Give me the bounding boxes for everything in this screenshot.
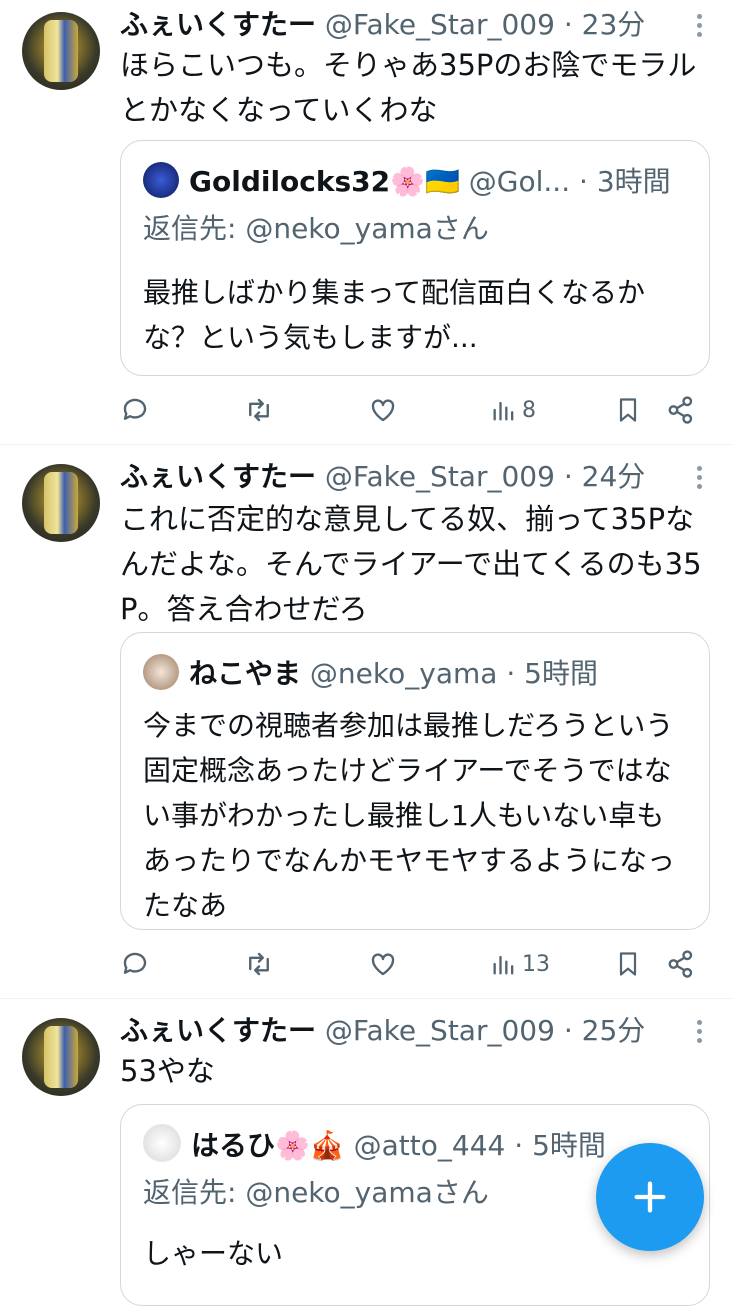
quoted-tweet[interactable]: Goldilocks32🌸🇺🇦 @Gol... · 3時間 返信先: @neko… <box>120 140 710 376</box>
tweet-header: ふぇいくすたー @Fake_Star_009 · 23分 <box>120 4 683 46</box>
tweet-actions: 13 <box>120 942 705 986</box>
bookmark-icon <box>619 398 637 422</box>
bookmark-button[interactable] <box>614 942 642 986</box>
user-handle[interactable]: @Fake_Star_009 <box>325 8 555 41</box>
user-handle: @Gol... <box>468 165 571 198</box>
more-options-icon[interactable] <box>695 14 703 40</box>
avatar <box>143 1124 181 1162</box>
share-button[interactable] <box>666 942 696 986</box>
views-icon <box>493 401 514 421</box>
display-name: Goldilocks32🌸🇺🇦 <box>189 165 460 198</box>
tweet-actions: 8 <box>120 388 705 432</box>
retweet-button[interactable] <box>244 388 274 432</box>
divider <box>0 444 733 445</box>
display-name: ねこやま <box>189 657 302 690</box>
avatar[interactable] <box>22 464 100 542</box>
bookmark-icon <box>619 952 637 976</box>
tweet[interactable]: ふぇいくすたー @Fake_Star_009 · 24分 これに否定的な意見して… <box>0 452 733 998</box>
reply-icon <box>123 398 147 420</box>
separator-dot: · <box>579 165 588 198</box>
display-name: はるひ🌸🎪 <box>191 1129 345 1162</box>
timestamp[interactable]: 24分 <box>582 460 646 493</box>
timestamp[interactable]: 23分 <box>582 8 646 41</box>
tweet-header: ふぇいくすたー @Fake_Star_009 · 25分 <box>120 1010 683 1052</box>
display-name[interactable]: ふぇいくすたー <box>120 8 316 41</box>
view-count: 13 <box>522 951 550 977</box>
retweet-icon <box>249 398 269 422</box>
reply-icon <box>123 952 147 974</box>
share-icon <box>668 950 693 978</box>
like-button[interactable] <box>368 388 398 432</box>
share-button[interactable] <box>666 388 696 432</box>
reply-button[interactable] <box>120 942 150 986</box>
reply-button[interactable] <box>120 388 150 432</box>
bookmark-button[interactable] <box>614 388 642 432</box>
timestamp: 5時間 <box>524 657 598 690</box>
separator-dot: · <box>563 1014 573 1047</box>
avatar <box>143 654 179 690</box>
avatar[interactable] <box>22 12 100 90</box>
quote-header: はるひ🌸🎪 @atto_444 · 5時間 <box>143 1123 687 1169</box>
like-button[interactable] <box>368 942 398 986</box>
separator-dot: · <box>506 657 516 690</box>
user-handle: @neko_yama <box>309 657 498 690</box>
tweet[interactable]: ふぇいくすたー @Fake_Star_009 · 23分 ほらこいつも。そりゃあ… <box>0 0 733 444</box>
views-icon <box>493 955 514 975</box>
user-handle: @atto_444 <box>353 1129 506 1162</box>
divider <box>0 998 733 999</box>
display-name[interactable]: ふぇいくすたー <box>120 460 316 493</box>
retweet-button[interactable] <box>244 942 274 986</box>
view-count: 8 <box>522 397 536 423</box>
tweet-header: ふぇいくすたー @Fake_Star_009 · 24分 <box>120 456 683 498</box>
plus-icon <box>634 1181 666 1213</box>
timestamp[interactable]: 25分 <box>582 1014 646 1047</box>
tweet-text: 53やな <box>120 1054 215 1088</box>
views-button[interactable]: 8 <box>490 388 536 432</box>
quoted-tweet[interactable]: ねこやま @neko_yama · 5時間 今までの視聴者参加は最推しだろうとい… <box>120 632 710 930</box>
user-handle[interactable]: @Fake_Star_009 <box>325 460 555 493</box>
like-icon <box>371 399 395 422</box>
avatar <box>143 162 179 198</box>
display-name[interactable]: ふぇいくすたー <box>120 1014 316 1047</box>
more-options-icon[interactable] <box>695 1020 703 1046</box>
separator-dot: · <box>563 8 573 41</box>
like-icon <box>371 953 395 976</box>
timestamp: 3時間 <box>596 165 671 198</box>
reply-to-label: 返信先: @neko_yamaさん <box>143 212 489 245</box>
user-handle[interactable]: @Fake_Star_009 <box>325 1014 555 1047</box>
timestamp: 5時間 <box>532 1129 606 1162</box>
reply-to-label: 返信先: @neko_yamaさん <box>143 1176 489 1209</box>
quote-header: Goldilocks32🌸🇺🇦 @Gol... · 3時間 <box>143 159 687 205</box>
quote-text: 今までの視聴者参加は最推しだろうという固定概念あったけどライアーでそうではない事… <box>143 709 676 922</box>
tweet-text: これに否定的な意見してる奴、揃って35Pなんだよな。そんでライアーで出てくるのも… <box>120 502 702 626</box>
separator-dot: · <box>563 460 573 493</box>
quote-header: ねこやま @neko_yama · 5時間 <box>143 651 687 697</box>
separator-dot: · <box>514 1129 524 1162</box>
views-button[interactable]: 13 <box>490 942 550 986</box>
avatar[interactable] <box>22 1018 100 1096</box>
tweet-text: ほらこいつも。そりゃあ35Pのお陰でモラルとかなくなっていくわな <box>120 48 697 127</box>
retweet-icon <box>249 952 269 976</box>
quote-text: しゃーない <box>143 1237 284 1270</box>
more-options-icon[interactable] <box>695 466 703 492</box>
compose-button[interactable] <box>596 1143 704 1251</box>
quote-text: 最推しばかり集まって配信面白くなるかな？という気もしますが... <box>143 276 646 354</box>
share-icon <box>668 396 693 424</box>
